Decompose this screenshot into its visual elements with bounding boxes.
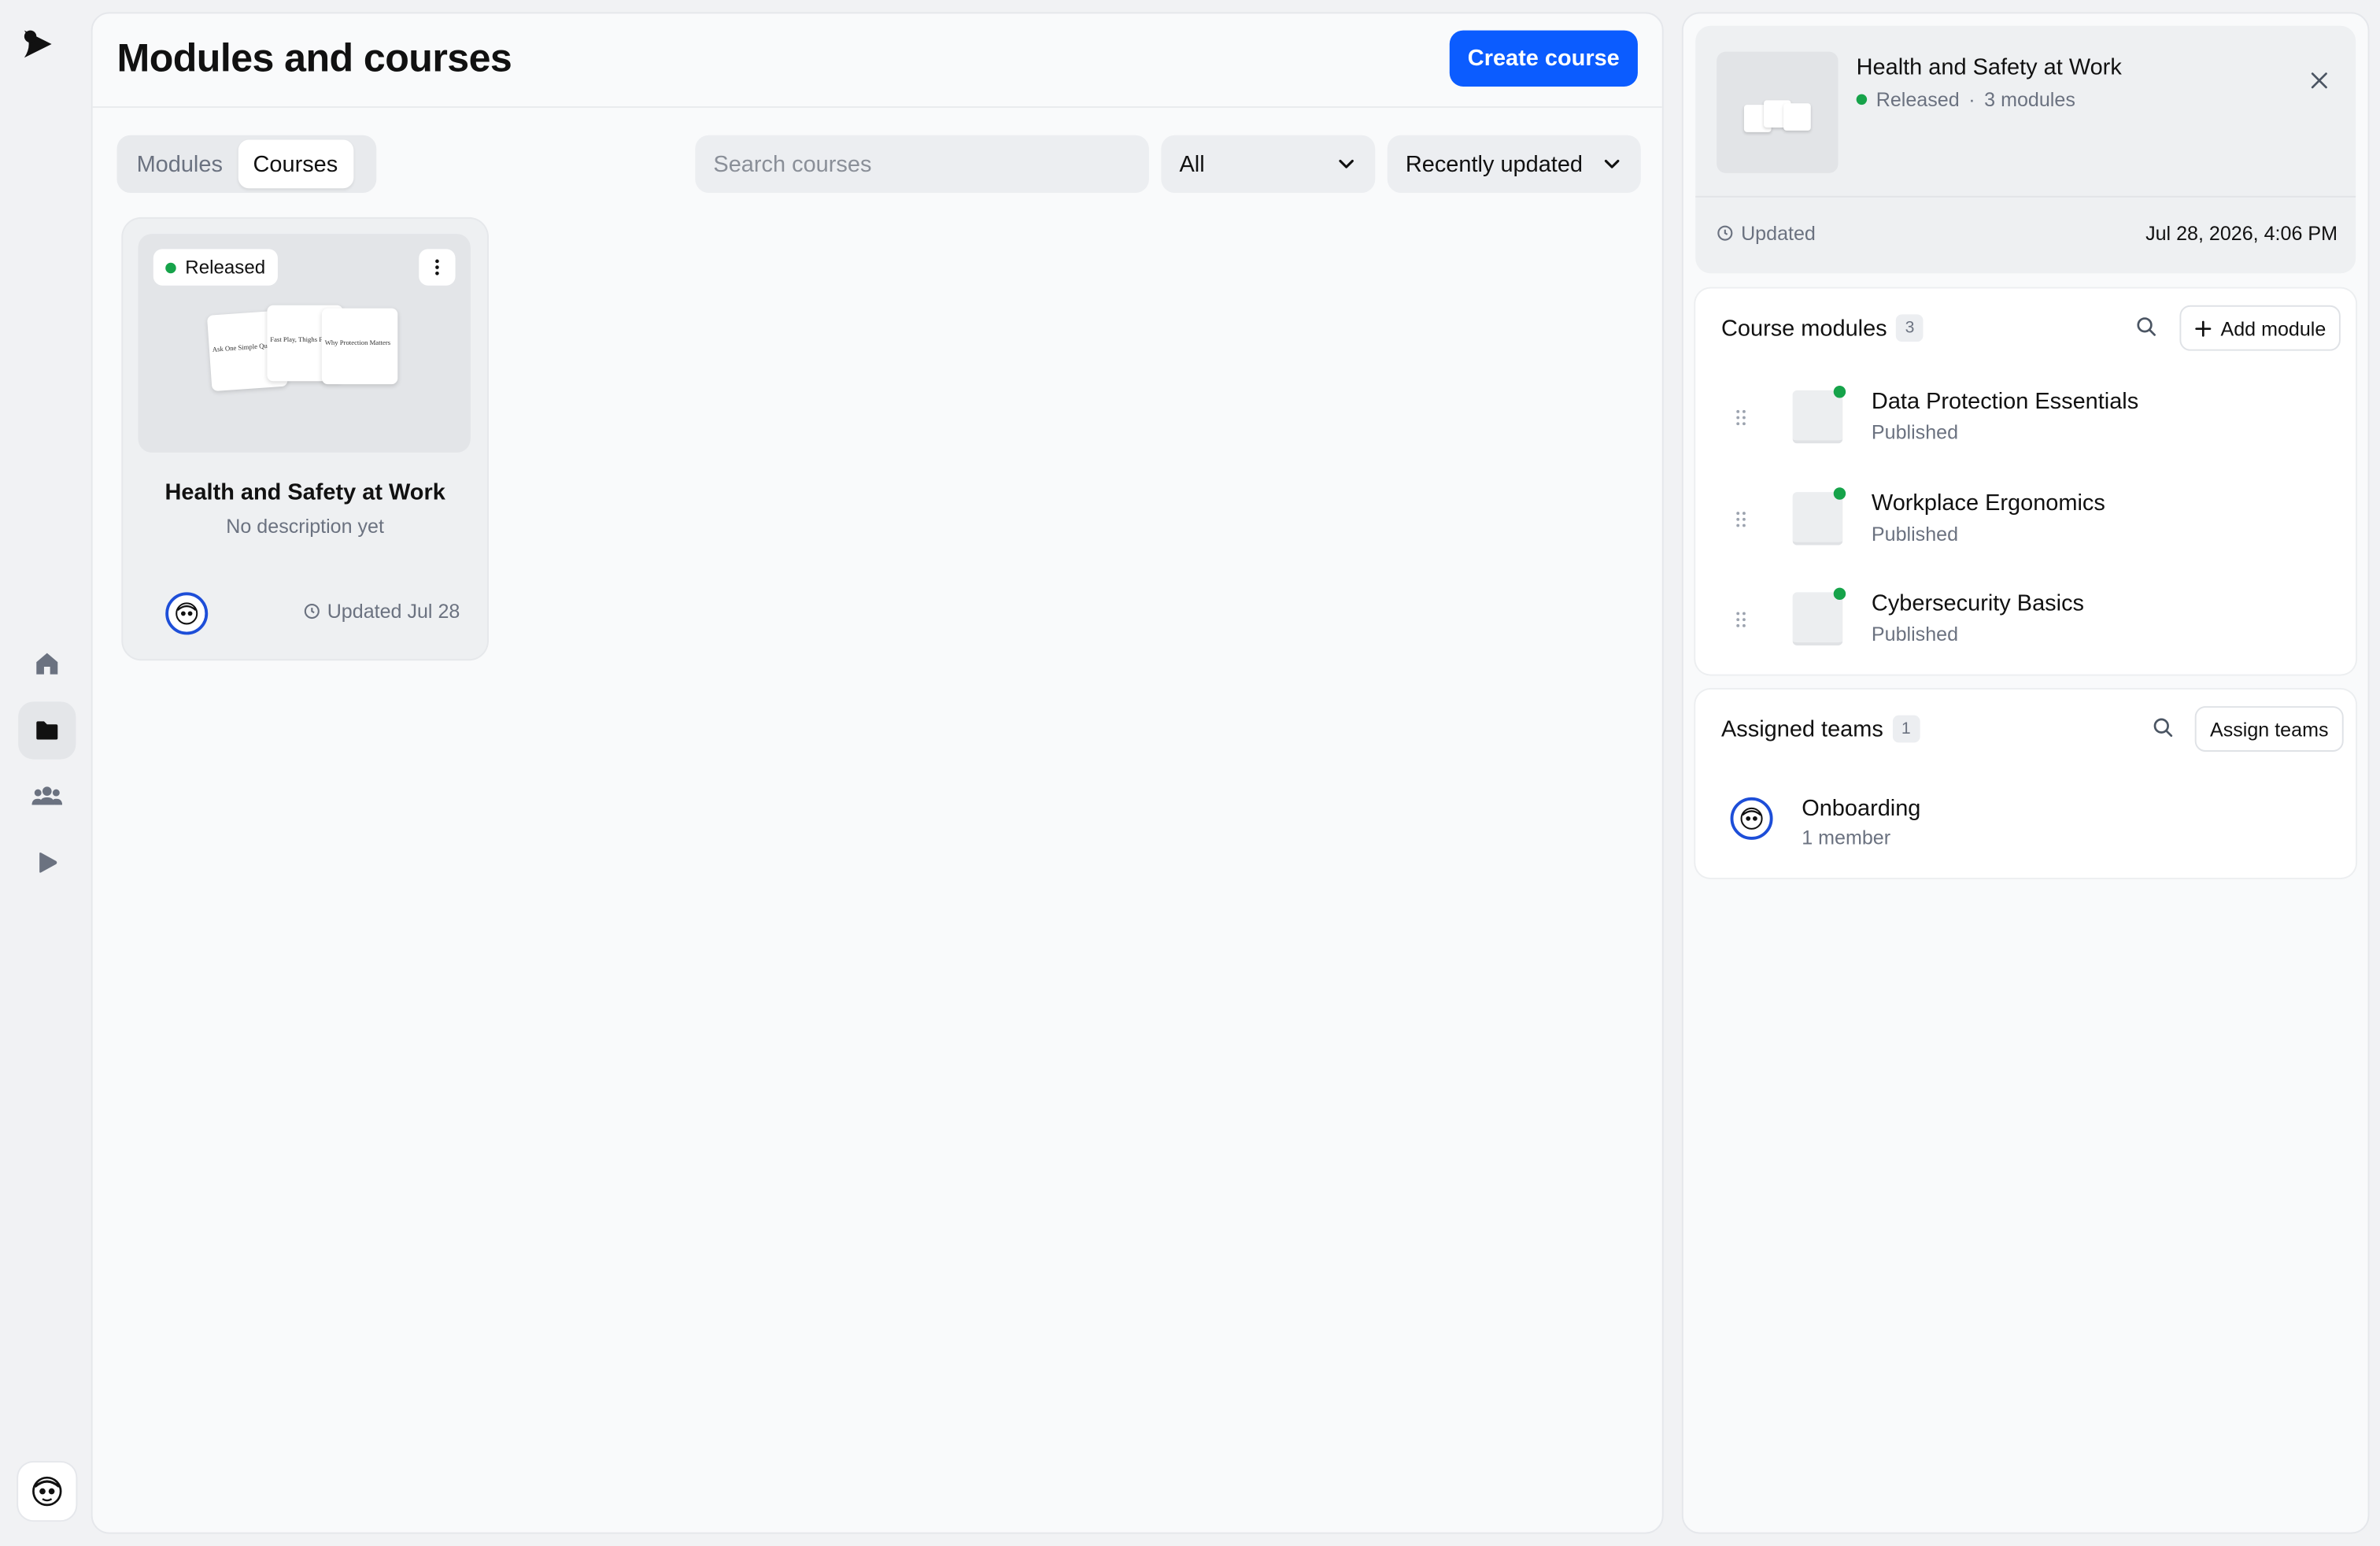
page-header: Modules and courses Create course (92, 13, 1662, 108)
meta-separator: · (1968, 87, 1975, 111)
module-status: Published (1871, 522, 1959, 546)
detail-updated-label: Updated (1717, 222, 1816, 245)
modules-count-badge: 3 (1896, 314, 1924, 342)
avatar-icon (176, 602, 198, 625)
course-thumbnail: Released Ask One Simple Qu Fast Play, Th… (138, 234, 471, 453)
detail-summary: Health and Safety at Work Released · 3 m… (1695, 25, 2356, 274)
add-module-button[interactable]: Add module (2179, 305, 2341, 351)
nav-home[interactable] (18, 634, 76, 692)
course-updated: Updated Jul 28 (303, 600, 460, 623)
search-modules-button[interactable] (2135, 316, 2163, 343)
drag-handle-icon[interactable] (1735, 611, 1746, 629)
nav-player[interactable] (18, 834, 76, 891)
nav-teams[interactable] (18, 767, 76, 824)
divider (1695, 195, 2356, 198)
left-rail (0, 0, 91, 1546)
detail-title: Health and Safety at Work (1856, 54, 2122, 81)
course-title: Health and Safety at Work (164, 479, 445, 506)
thumb-page: Why Protection Matters (321, 308, 398, 385)
module-row[interactable]: Data Protection Essentials Published (1695, 374, 2356, 465)
detail-status: Released (1876, 87, 1960, 111)
sort-value: Recently updated (1405, 150, 1584, 177)
module-title: Workplace Ergonomics (1871, 490, 2105, 516)
tab-modules[interactable]: Modules (121, 139, 238, 188)
status-filter-select[interactable]: All (1161, 135, 1376, 194)
search-input[interactable] (695, 135, 1149, 194)
status-badge: Released (153, 249, 278, 286)
close-panel-button[interactable] (2304, 65, 2335, 96)
avatar-icon (1740, 807, 1763, 830)
course-modules-section: Course modules 3 Add module Data Protect… (1695, 288, 2356, 675)
course-card[interactable]: Released Ask One Simple Qu Fast Play, Th… (123, 218, 488, 660)
folder-icon (36, 721, 58, 740)
create-course-button[interactable]: Create course (1449, 30, 1638, 87)
module-row[interactable]: Cybersecurity Basics Published (1695, 575, 2356, 667)
module-status: Published (1871, 623, 1959, 645)
teams-count-badge: 1 (1892, 715, 1920, 743)
assign-teams-button[interactable]: Assign teams (2194, 706, 2344, 752)
drag-handle-icon[interactable] (1735, 510, 1746, 528)
app-logo[interactable] (21, 28, 54, 61)
clock-icon (303, 603, 319, 620)
detail-modules-count: 3 modules (1984, 87, 2075, 111)
sort-select[interactable]: Recently updated (1387, 135, 1641, 194)
add-module-label: Add module (2220, 316, 2326, 340)
home-icon (36, 653, 58, 675)
status-label: Released (185, 257, 266, 279)
detail-meta: Released · 3 modules (1856, 87, 2075, 111)
nav-courses[interactable] (18, 701, 76, 760)
module-title: Cybersecurity Basics (1871, 590, 2085, 617)
assigned-teams-title: Assigned teams (1720, 716, 1883, 742)
close-icon (2311, 72, 2327, 89)
assigned-teams-section: Assigned teams 1 Assign teams Onboarding… (1695, 689, 2356, 878)
status-dot (165, 261, 176, 273)
course-description: No description yet (226, 515, 384, 538)
chevron-down-icon (1604, 159, 1620, 168)
page-title: Modules and courses (116, 35, 512, 81)
team-avatar (165, 592, 209, 635)
more-vertical-icon (435, 259, 439, 276)
clock-icon (1717, 225, 1733, 241)
team-members: 1 member (1802, 826, 1891, 849)
published-dot (1833, 587, 1846, 601)
avatar-icon (32, 1476, 62, 1507)
course-updated-label: Updated Jul 28 (327, 600, 460, 623)
module-title: Data Protection Essentials (1871, 388, 2139, 415)
team-avatar (1730, 797, 1773, 840)
updated-label: Updated (1741, 221, 1816, 245)
card-menu-button[interactable] (419, 249, 456, 286)
course-detail-panel: Health and Safety at Work Released · 3 m… (1681, 12, 2370, 1534)
published-dot (1833, 487, 1846, 500)
section-title: Course modules 3 (1721, 314, 1924, 342)
chevron-down-icon (1339, 159, 1354, 168)
module-thumbnail (1792, 592, 1843, 645)
detail-updated-value: Jul 28, 2026, 4:06 PM (2145, 221, 2338, 245)
assign-teams-label: Assign teams (2209, 717, 2329, 741)
module-thumbnail (1792, 390, 1843, 444)
status-filter-value: All (1179, 150, 1205, 177)
main-panel: Modules and courses Create course Module… (91, 12, 1664, 1534)
published-dot (1833, 386, 1846, 398)
search-icon (2153, 718, 2173, 738)
module-status: Published (1871, 420, 1959, 444)
tab-courses[interactable]: Courses (238, 139, 353, 189)
module-row[interactable]: Workplace Ergonomics Published (1695, 475, 2356, 567)
logo-icon (24, 30, 52, 58)
view-tabs: Modules Courses (116, 135, 377, 194)
drag-handle-icon[interactable] (1735, 409, 1746, 427)
search-icon (2137, 317, 2156, 336)
user-avatar-button[interactable] (18, 1462, 76, 1521)
course-modules-title: Course modules (1720, 315, 1887, 342)
status-dot (1856, 94, 1868, 105)
detail-thumbnail (1717, 51, 1839, 173)
module-thumbnail (1792, 492, 1843, 546)
section-title: Assigned teams 1 (1720, 715, 1920, 743)
plus-icon (2195, 320, 2212, 336)
users-icon (31, 786, 63, 805)
search-teams-button[interactable] (2153, 717, 2180, 745)
team-name[interactable]: Onboarding (1802, 796, 1920, 822)
play-icon (39, 852, 57, 873)
